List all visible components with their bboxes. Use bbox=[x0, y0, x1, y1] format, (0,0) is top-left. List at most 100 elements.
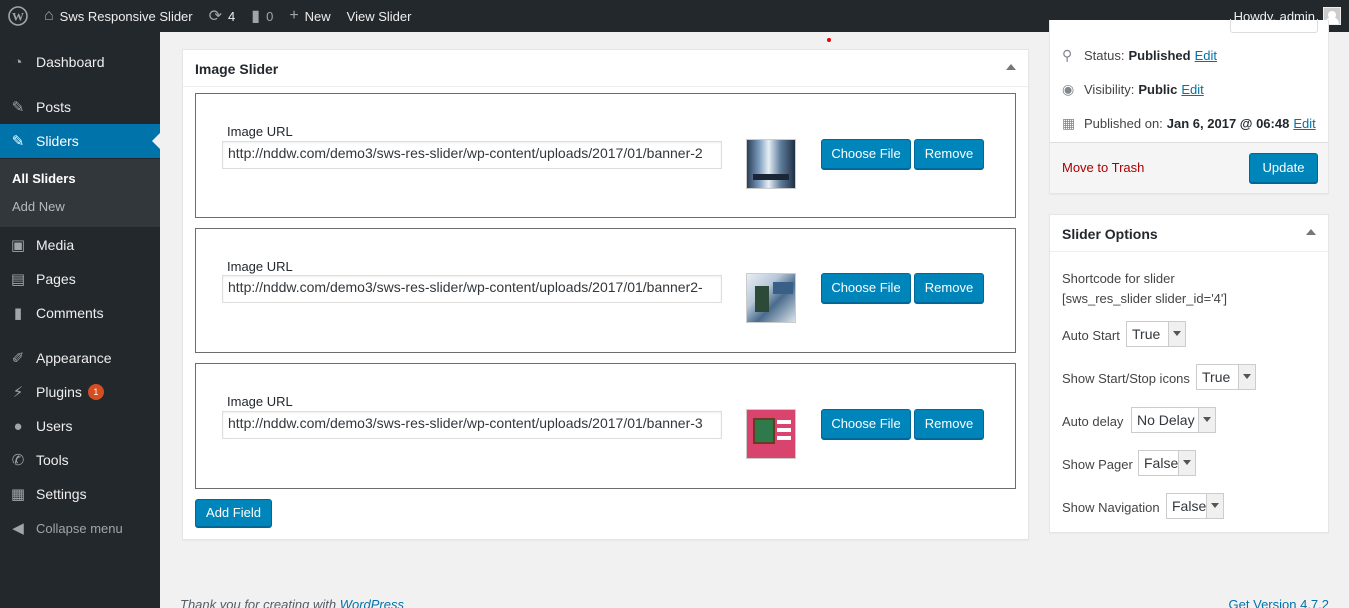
wp-logo-menu[interactable]: W bbox=[0, 0, 36, 32]
updates-menu[interactable]: ⟳ 4 bbox=[201, 0, 244, 32]
sidebar-item-sliders[interactable]: ✎ Sliders bbox=[0, 124, 160, 158]
admin-sidebar: ◔ Dashboard ✎ Posts ✎ Sliders All Sliders A… bbox=[0, 32, 160, 608]
sidebar-item-label: Comments bbox=[36, 305, 104, 321]
eye-icon: ◉ bbox=[1062, 81, 1075, 97]
site-name: Sws Responsive Slider bbox=[59, 8, 193, 24]
remove-button[interactable]: Remove bbox=[914, 409, 984, 439]
show-navigation-label: Show Navigation bbox=[1062, 500, 1160, 515]
visibility-row: ◉ Visibility: Public Edit bbox=[1062, 81, 1204, 98]
sidebar-item-pages[interactable]: ▤ Pages bbox=[0, 262, 160, 296]
pushpin-icon: ✎ bbox=[11, 99, 25, 116]
image-slider-header[interactable]: Image Slider bbox=[183, 50, 1028, 87]
show-pager-select[interactable]: False bbox=[1138, 450, 1196, 476]
published-on-label: Published on: bbox=[1084, 116, 1163, 131]
show-pager-value: False bbox=[1144, 455, 1179, 471]
slider-options-box: Slider Options Shortcode for slider [sws… bbox=[1049, 214, 1329, 533]
footer-version-link[interactable]: Get Version 4.7.2 bbox=[1229, 597, 1329, 608]
toggle-arrow-icon[interactable] bbox=[1306, 229, 1316, 235]
sidebar-item-media[interactable]: ▣ Media bbox=[0, 228, 160, 262]
pushpin-icon: ✎ bbox=[11, 133, 25, 150]
submenu-add-new[interactable]: Add New bbox=[12, 199, 65, 214]
wordpress-link[interactable]: WordPress bbox=[340, 597, 404, 608]
slider-options-header[interactable]: Slider Options bbox=[1050, 215, 1328, 252]
updates-icon: ⟳ bbox=[208, 8, 223, 25]
submenu-all-sliders[interactable]: All Sliders bbox=[12, 171, 76, 186]
image-url-label: Image URL bbox=[227, 394, 293, 409]
start-stop-icons-label: Show Start/Stop icons bbox=[1062, 371, 1190, 386]
comments-count: 0 bbox=[266, 8, 274, 24]
status-row: ⚲ Status: Published Edit bbox=[1062, 47, 1217, 64]
choose-file-button[interactable]: Choose File bbox=[821, 273, 911, 303]
chevron-down-icon bbox=[1178, 451, 1195, 475]
edit-status-link[interactable]: Edit bbox=[1195, 48, 1217, 63]
image-field-row: Image URL http://nddw.com/demo3/sws-res-… bbox=[195, 228, 1016, 353]
slider-options-title: Slider Options bbox=[1062, 226, 1158, 242]
show-navigation-value: False bbox=[1172, 498, 1207, 514]
edit-visibility-link[interactable]: Edit bbox=[1181, 82, 1203, 97]
published-on-row: ▦ Published on: Jan 6, 2017 @ 06:48 Edit bbox=[1062, 115, 1316, 132]
image-url-input[interactable]: http://nddw.com/demo3/sws-res-slider/wp-… bbox=[222, 141, 722, 169]
sidebar-item-label: Media bbox=[36, 237, 75, 253]
chevron-down-icon bbox=[1198, 408, 1215, 432]
sliders-submenu: All Sliders Add New bbox=[0, 159, 160, 227]
published-on-value: Jan 6, 2017 @ 06:48 bbox=[1166, 116, 1290, 131]
plus-icon: + bbox=[289, 7, 299, 24]
sidebar-item-label: Users bbox=[36, 418, 73, 434]
sidebar-item-posts[interactable]: ✎ Posts bbox=[0, 90, 160, 124]
auto-start-value: True bbox=[1132, 326, 1161, 342]
media-icon: ▣ bbox=[10, 237, 26, 254]
edit-date-link[interactable]: Edit bbox=[1293, 116, 1315, 131]
auto-delay-value: No Delay bbox=[1137, 412, 1195, 428]
publish-actions: Move to Trash Update bbox=[1050, 142, 1328, 193]
sidebar-item-label: Tools bbox=[36, 452, 69, 468]
auto-start-select[interactable]: True bbox=[1126, 321, 1186, 347]
image-url-input[interactable]: http://nddw.com/demo3/sws-res-slider/wp-… bbox=[222, 411, 722, 439]
comment-bubble-icon: ▮ bbox=[13, 305, 23, 322]
user-icon: ● bbox=[13, 417, 23, 435]
auto-start-label: Auto Start bbox=[1062, 328, 1120, 343]
remove-button[interactable]: Remove bbox=[914, 139, 984, 169]
sidebar-item-plugins[interactable]: ⚡ Plugins 1 bbox=[0, 375, 160, 409]
sidebar-item-comments[interactable]: ▮ Comments bbox=[0, 296, 160, 330]
add-field-button[interactable]: Add Field bbox=[195, 499, 272, 527]
show-navigation-select[interactable]: False bbox=[1166, 493, 1224, 519]
shortcode-value: [sws_res_slider slider_id='4'] bbox=[1062, 291, 1228, 306]
image-field-row: Image URL http://nddw.com/demo3/sws-res-… bbox=[195, 93, 1016, 218]
sidebar-item-appearance[interactable]: ✐ Appearance bbox=[0, 341, 160, 375]
new-content-menu[interactable]: + New bbox=[281, 0, 338, 32]
sidebar-item-dashboard[interactable]: ◔ Dashboard bbox=[0, 45, 160, 79]
sidebar-item-tools[interactable]: ✆ Tools bbox=[0, 443, 160, 477]
paintbrush-icon: ✐ bbox=[11, 350, 25, 367]
image-slider-title: Image Slider bbox=[195, 61, 279, 77]
image-url-label: Image URL bbox=[227, 259, 293, 274]
image-slider-box: Image Slider Image URL http://nddw.com/d… bbox=[182, 49, 1029, 540]
move-to-trash-link[interactable]: Move to Trash bbox=[1062, 160, 1144, 175]
toggle-arrow-icon[interactable] bbox=[1006, 64, 1016, 70]
pin-icon: ⚲ bbox=[1062, 47, 1073, 63]
status-label: Status: bbox=[1084, 48, 1125, 63]
sidebar-item-users[interactable]: ● Users bbox=[0, 409, 160, 443]
auto-delay-label: Auto delay bbox=[1062, 414, 1124, 429]
sidebar-item-label: Dashboard bbox=[36, 54, 105, 70]
auto-delay-select[interactable]: No Delay bbox=[1131, 407, 1216, 433]
wordpress-logo-icon: W bbox=[8, 6, 28, 26]
choose-file-button[interactable]: Choose File bbox=[821, 409, 911, 439]
home-icon: ⌂ bbox=[44, 7, 54, 24]
calendar-icon: ▦ bbox=[1062, 115, 1076, 131]
image-url-input[interactable]: http://nddw.com/demo3/sws-res-slider/wp-… bbox=[222, 275, 722, 303]
site-name-menu[interactable]: ⌂ Sws Responsive Slider bbox=[36, 0, 201, 32]
update-button[interactable]: Update bbox=[1249, 153, 1318, 183]
plugins-update-badge: 1 bbox=[87, 384, 104, 400]
start-stop-icons-select[interactable]: True bbox=[1196, 364, 1256, 390]
svg-text:W: W bbox=[12, 10, 24, 24]
remove-button[interactable]: Remove bbox=[914, 273, 984, 303]
comments-menu[interactable]: ▮ 0 bbox=[243, 0, 281, 32]
collapse-menu-button[interactable]: ◀ Collapse menu bbox=[0, 511, 160, 545]
choose-file-button[interactable]: Choose File bbox=[821, 139, 911, 169]
preview-button[interactable] bbox=[1230, 19, 1318, 33]
view-slider-link[interactable]: View Slider bbox=[339, 0, 420, 32]
view-slider-label: View Slider bbox=[346, 8, 412, 24]
sidebar-item-settings[interactable]: ▦ Settings bbox=[0, 477, 160, 511]
pages-icon: ▤ bbox=[10, 271, 26, 288]
image-url-label: Image URL bbox=[227, 124, 293, 139]
